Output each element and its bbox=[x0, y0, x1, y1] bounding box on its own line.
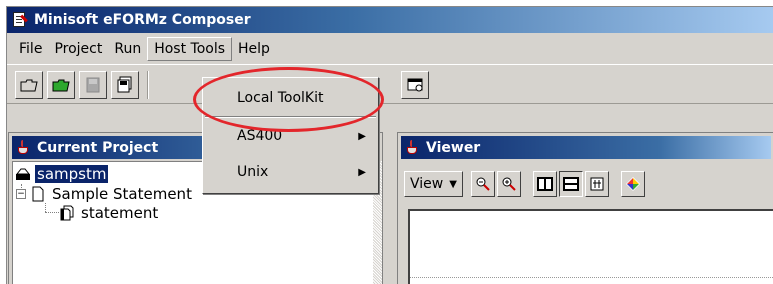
save-all-icon bbox=[117, 76, 132, 93]
view-dropdown[interactable]: View ▼ bbox=[404, 171, 463, 197]
main-toolbar bbox=[7, 64, 773, 104]
viewer-canvas[interactable] bbox=[408, 209, 773, 284]
app-window: Minisoft eFORMz Composer File Project Ru… bbox=[6, 6, 773, 284]
menu-bar: File Project Run Host Tools Help bbox=[7, 35, 773, 62]
menu-run[interactable]: Run bbox=[108, 38, 147, 60]
window-title: Minisoft eFORMz Composer bbox=[34, 12, 251, 28]
menu-project[interactable]: Project bbox=[48, 38, 108, 60]
save-all-button[interactable] bbox=[111, 71, 139, 99]
split-horizontal-button[interactable] bbox=[558, 171, 583, 197]
submenu-arrow-icon: ▶ bbox=[358, 166, 366, 178]
tree-label: statement bbox=[81, 204, 159, 222]
viewer-toolbar: View ▼ bbox=[404, 169, 647, 199]
submenu-arrow-icon: ▶ bbox=[358, 130, 366, 142]
zoom-out-icon bbox=[476, 177, 490, 191]
menu-item-unix[interactable]: Unix ▶ bbox=[205, 156, 376, 188]
properties-button[interactable] bbox=[401, 71, 429, 99]
document-icon bbox=[30, 186, 46, 202]
title-bar: Minisoft eFORMz Composer bbox=[7, 7, 773, 33]
split-vertical-icon bbox=[536, 177, 553, 191]
fit-page-icon bbox=[590, 177, 604, 191]
tree-node-statement[interactable]: statement bbox=[59, 203, 160, 223]
menu-file[interactable]: File bbox=[13, 38, 48, 60]
java-cup-icon bbox=[16, 139, 32, 156]
menu-host-tools[interactable]: Host Tools bbox=[147, 36, 233, 61]
zoom-in-button[interactable] bbox=[496, 171, 521, 197]
tree-label: Sample Statement bbox=[52, 185, 192, 203]
viewer-header: Viewer bbox=[401, 136, 771, 159]
split-horizontal-icon bbox=[562, 177, 579, 191]
zoom-out-button[interactable] bbox=[470, 171, 495, 197]
properties-window-icon bbox=[407, 78, 423, 92]
viewer-title: Viewer bbox=[426, 139, 481, 156]
view-dropdown-label: View bbox=[410, 176, 444, 192]
green-folder-icon bbox=[52, 79, 70, 92]
current-project-title: Current Project bbox=[37, 139, 159, 156]
fit-page-button[interactable] bbox=[584, 171, 609, 197]
zoom-in-icon bbox=[502, 177, 516, 191]
save-button[interactable] bbox=[79, 71, 107, 99]
tree-connector bbox=[45, 203, 46, 212]
tree-node-sampstm[interactable]: sampstm bbox=[15, 164, 109, 184]
menu-item-label: Unix bbox=[237, 164, 269, 180]
menu-item-local-toolkit[interactable]: Local ToolKit bbox=[205, 81, 376, 115]
java-cup-icon bbox=[405, 139, 421, 156]
tree-connector bbox=[45, 212, 59, 213]
open-folder-icon bbox=[20, 79, 38, 92]
menu-separator bbox=[205, 116, 376, 118]
chevron-down-icon: ▼ bbox=[449, 178, 457, 190]
tree-label: sampstm bbox=[35, 165, 109, 183]
host-tools-dropdown: Local ToolKit AS400 ▶ Unix ▶ bbox=[202, 77, 379, 194]
page-margin-guide bbox=[410, 277, 773, 278]
tree-node-sample-statement[interactable]: − Sample Statement bbox=[16, 184, 194, 204]
color-diamond-icon bbox=[625, 177, 640, 191]
menu-help[interactable]: Help bbox=[232, 38, 276, 60]
collapse-toggle-icon[interactable]: − bbox=[16, 189, 26, 199]
project-drive-icon bbox=[15, 166, 31, 182]
save-disk-icon bbox=[86, 77, 100, 93]
color-palette-button[interactable] bbox=[620, 171, 645, 197]
menu-item-as400[interactable]: AS400 ▶ bbox=[205, 120, 376, 152]
split-vertical-button[interactable] bbox=[532, 171, 557, 197]
viewer-panel: Viewer View ▼ bbox=[397, 132, 773, 284]
menu-item-label: Local ToolKit bbox=[237, 90, 324, 106]
toolbar-separator bbox=[147, 71, 149, 99]
app-document-icon bbox=[11, 11, 29, 29]
pages-icon bbox=[59, 205, 75, 221]
open-project-button[interactable] bbox=[47, 71, 75, 99]
menu-item-label: AS400 bbox=[237, 128, 283, 144]
open-folder-button[interactable] bbox=[15, 71, 43, 99]
